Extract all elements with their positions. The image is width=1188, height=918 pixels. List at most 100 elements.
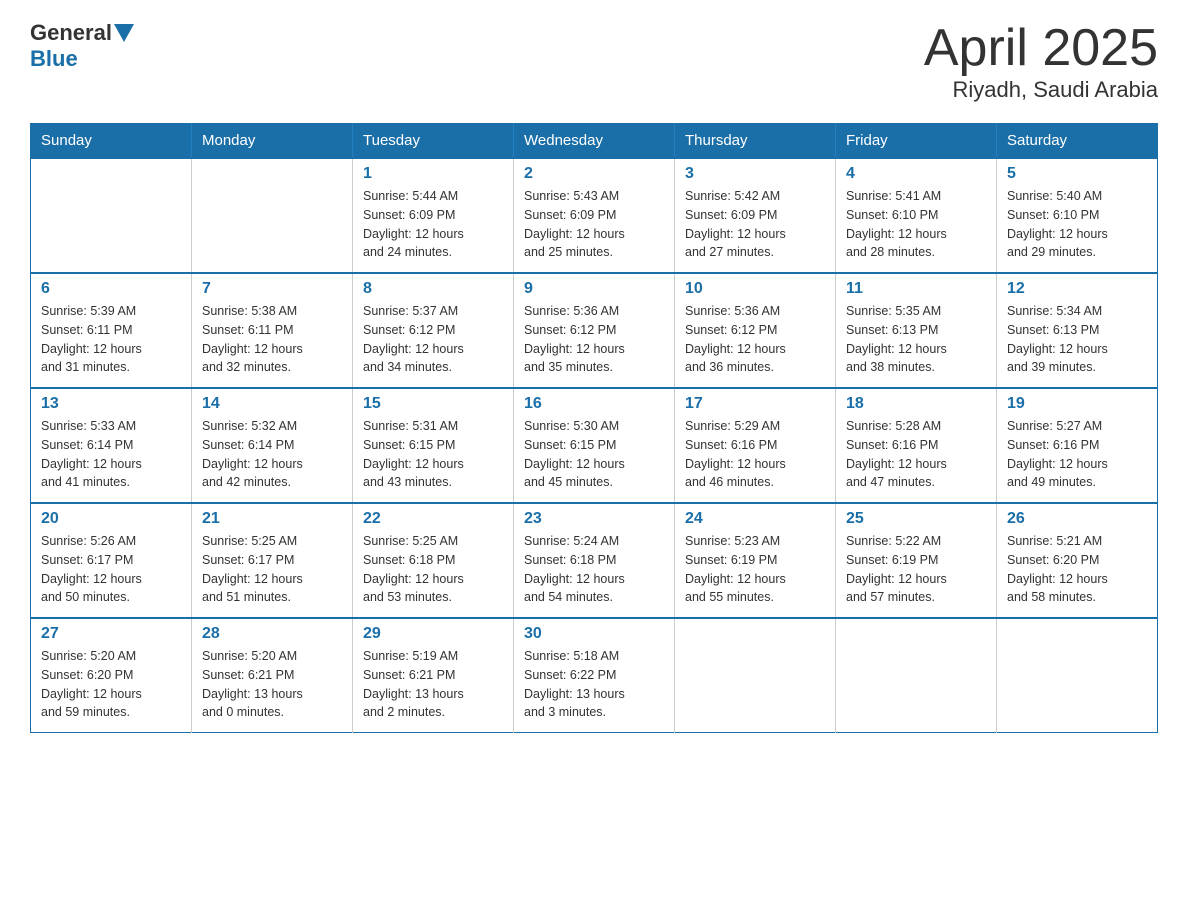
calendar-subtitle: Riyadh, Saudi Arabia <box>924 77 1158 103</box>
logo-triangle-icon <box>114 24 134 42</box>
header-wednesday: Wednesday <box>514 124 675 159</box>
header-monday: Monday <box>192 124 353 159</box>
calendar-cell: 13 Sunrise: 5:33 AM Sunset: 6:14 PM Dayli… <box>31 388 192 503</box>
day-number: 15 <box>363 395 503 413</box>
header-row: Sunday Monday Tuesday Wednesday Thursday… <box>31 124 1158 159</box>
day-info: Sunrise: 5:38 AM Sunset: 6:11 PM Dayligh… <box>202 302 342 377</box>
logo: General Blue <box>30 20 136 72</box>
calendar-week-row: 27Sunrise: 5:20 AM Sunset: 6:20 PM Dayli… <box>31 618 1158 733</box>
calendar-cell: 29Sunrise: 5:19 AM Sunset: 6:21 PM Dayli… <box>353 618 514 733</box>
calendar-cell <box>31 158 192 273</box>
day-number: 21 <box>202 510 342 528</box>
day-number: 3 <box>685 165 825 183</box>
day-number: 14 <box>202 395 342 413</box>
day-number: 7 <box>202 280 342 298</box>
calendar-cell: 22Sunrise: 5:25 AM Sunset: 6:18 PM Dayli… <box>353 503 514 618</box>
calendar-cell: 19 Sunrise: 5:27 AM Sunset: 6:16 PM Dayli… <box>997 388 1158 503</box>
calendar-cell: 4 Sunrise: 5:41 AM Sunset: 6:10 PM Daylig… <box>836 158 997 273</box>
day-info: Sunrise: 5:36 AM Sunset: 6:12 PM Dayligh… <box>685 302 825 377</box>
day-number: 30 <box>524 625 664 643</box>
day-number: 10 <box>685 280 825 298</box>
day-info: Sunrise: 5:27 AM Sunset: 6:16 PM Dayligh… <box>1007 417 1147 492</box>
logo-general-text: General <box>30 20 112 46</box>
header-saturday: Saturday <box>997 124 1158 159</box>
day-number: 8 <box>363 280 503 298</box>
day-info: Sunrise: 5:40 AM Sunset: 6:10 PM Dayligh… <box>1007 187 1147 262</box>
day-info: Sunrise: 5:20 AM Sunset: 6:21 PM Dayligh… <box>202 647 342 722</box>
calendar-cell: 7 Sunrise: 5:38 AM Sunset: 6:11 PM Daylig… <box>192 273 353 388</box>
calendar-cell: 8 Sunrise: 5:37 AM Sunset: 6:12 PM Daylig… <box>353 273 514 388</box>
day-info: Sunrise: 5:23 AM Sunset: 6:19 PM Dayligh… <box>685 532 825 607</box>
day-info: Sunrise: 5:35 AM Sunset: 6:13 PM Dayligh… <box>846 302 986 377</box>
calendar-cell: 23 Sunrise: 5:24 AM Sunset: 6:18 PM Dayli… <box>514 503 675 618</box>
header-thursday: Thursday <box>675 124 836 159</box>
day-info: Sunrise: 5:18 AM Sunset: 6:22 PM Dayligh… <box>524 647 664 722</box>
calendar-cell: 24 Sunrise: 5:23 AM Sunset: 6:19 PM Dayli… <box>675 503 836 618</box>
day-info: Sunrise: 5:42 AM Sunset: 6:09 PM Dayligh… <box>685 187 825 262</box>
day-number: 9 <box>524 280 664 298</box>
day-info: Sunrise: 5:39 AM Sunset: 6:11 PM Dayligh… <box>41 302 181 377</box>
calendar-cell: 26 Sunrise: 5:21 AM Sunset: 6:20 PM Dayli… <box>997 503 1158 618</box>
day-number: 4 <box>846 165 986 183</box>
day-number: 6 <box>41 280 181 298</box>
day-info: Sunrise: 5:37 AM Sunset: 6:12 PM Dayligh… <box>363 302 503 377</box>
day-info: Sunrise: 5:26 AM Sunset: 6:17 PM Dayligh… <box>41 532 181 607</box>
day-info: Sunrise: 5:41 AM Sunset: 6:10 PM Dayligh… <box>846 187 986 262</box>
day-info: Sunrise: 5:19 AM Sunset: 6:21 PM Dayligh… <box>363 647 503 722</box>
day-info: Sunrise: 5:24 AM Sunset: 6:18 PM Dayligh… <box>524 532 664 607</box>
title-block: April 2025 Riyadh, Saudi Arabia <box>924 20 1158 103</box>
logo-blue-text: Blue <box>30 46 78 72</box>
day-number: 25 <box>846 510 986 528</box>
day-info: Sunrise: 5:28 AM Sunset: 6:16 PM Dayligh… <box>846 417 986 492</box>
calendar-week-row: 6 Sunrise: 5:39 AM Sunset: 6:11 PM Daylig… <box>31 273 1158 388</box>
day-info: Sunrise: 5:43 AM Sunset: 6:09 PM Dayligh… <box>524 187 664 262</box>
header-friday: Friday <box>836 124 997 159</box>
calendar-cell: 6 Sunrise: 5:39 AM Sunset: 6:11 PM Daylig… <box>31 273 192 388</box>
day-info: Sunrise: 5:34 AM Sunset: 6:13 PM Dayligh… <box>1007 302 1147 377</box>
calendar-cell: 1 Sunrise: 5:44 AM Sunset: 6:09 PM Daylig… <box>353 158 514 273</box>
calendar-cell: 15 Sunrise: 5:31 AM Sunset: 6:15 PM Dayli… <box>353 388 514 503</box>
day-number: 13 <box>41 395 181 413</box>
day-number: 18 <box>846 395 986 413</box>
day-number: 24 <box>685 510 825 528</box>
calendar-cell: 2Sunrise: 5:43 AM Sunset: 6:09 PM Daylig… <box>514 158 675 273</box>
day-info: Sunrise: 5:20 AM Sunset: 6:20 PM Dayligh… <box>41 647 181 722</box>
day-number: 20 <box>41 510 181 528</box>
calendar-cell: 3 Sunrise: 5:42 AM Sunset: 6:09 PM Daylig… <box>675 158 836 273</box>
day-number: 19 <box>1007 395 1147 413</box>
day-info: Sunrise: 5:29 AM Sunset: 6:16 PM Dayligh… <box>685 417 825 492</box>
calendar-cell: 11 Sunrise: 5:35 AM Sunset: 6:13 PM Dayli… <box>836 273 997 388</box>
page-header: General Blue April 2025 Riyadh, Saudi Ar… <box>30 20 1158 103</box>
calendar-cell: 20 Sunrise: 5:26 AM Sunset: 6:17 PM Dayli… <box>31 503 192 618</box>
day-info: Sunrise: 5:33 AM Sunset: 6:14 PM Dayligh… <box>41 417 181 492</box>
day-info: Sunrise: 5:44 AM Sunset: 6:09 PM Dayligh… <box>363 187 503 262</box>
day-number: 23 <box>524 510 664 528</box>
calendar-cell <box>997 618 1158 733</box>
calendar-title: April 2025 <box>924 20 1158 77</box>
day-number: 26 <box>1007 510 1147 528</box>
day-info: Sunrise: 5:36 AM Sunset: 6:12 PM Dayligh… <box>524 302 664 377</box>
day-info: Sunrise: 5:21 AM Sunset: 6:20 PM Dayligh… <box>1007 532 1147 607</box>
calendar-cell: 5Sunrise: 5:40 AM Sunset: 6:10 PM Daylig… <box>997 158 1158 273</box>
calendar-cell: 17 Sunrise: 5:29 AM Sunset: 6:16 PM Dayli… <box>675 388 836 503</box>
calendar-cell <box>836 618 997 733</box>
calendar-cell: 21Sunrise: 5:25 AM Sunset: 6:17 PM Dayli… <box>192 503 353 618</box>
day-number: 28 <box>202 625 342 643</box>
calendar-cell: 16Sunrise: 5:30 AM Sunset: 6:15 PM Dayli… <box>514 388 675 503</box>
calendar-week-row: 13 Sunrise: 5:33 AM Sunset: 6:14 PM Dayli… <box>31 388 1158 503</box>
calendar-body: 1 Sunrise: 5:44 AM Sunset: 6:09 PM Daylig… <box>31 158 1158 733</box>
calendar-cell: 30 Sunrise: 5:18 AM Sunset: 6:22 PM Dayli… <box>514 618 675 733</box>
header-tuesday: Tuesday <box>353 124 514 159</box>
day-number: 11 <box>846 280 986 298</box>
day-number: 1 <box>363 165 503 183</box>
calendar-week-row: 20 Sunrise: 5:26 AM Sunset: 6:17 PM Dayli… <box>31 503 1158 618</box>
calendar-cell <box>192 158 353 273</box>
day-info: Sunrise: 5:22 AM Sunset: 6:19 PM Dayligh… <box>846 532 986 607</box>
day-info: Sunrise: 5:32 AM Sunset: 6:14 PM Dayligh… <box>202 417 342 492</box>
calendar-header: Sunday Monday Tuesday Wednesday Thursday… <box>31 124 1158 159</box>
header-sunday: Sunday <box>31 124 192 159</box>
day-number: 17 <box>685 395 825 413</box>
day-info: Sunrise: 5:25 AM Sunset: 6:18 PM Dayligh… <box>363 532 503 607</box>
day-info: Sunrise: 5:31 AM Sunset: 6:15 PM Dayligh… <box>363 417 503 492</box>
calendar-cell: 25 Sunrise: 5:22 AM Sunset: 6:19 PM Dayli… <box>836 503 997 618</box>
